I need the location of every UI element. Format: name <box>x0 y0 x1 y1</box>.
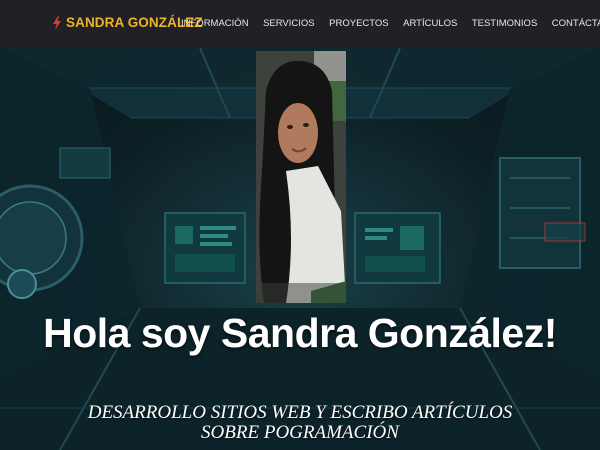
hero-subtitle: DESARROLLO SITIOS WEB Y ESCRIBO ARTÍCULO… <box>87 402 513 443</box>
profile-photo-image <box>256 51 346 303</box>
nav-link-informacion[interactable]: INFORMACIÓN <box>181 18 249 29</box>
hero-title: Hola soy Sandra González! <box>43 310 557 356</box>
hero-section: Hola soy Sandra González! DESARROLLO SIT… <box>0 48 600 450</box>
lightning-icon <box>53 15 61 30</box>
nav-menu: INFORMACIÓN SERVICIOS PROYECTOS ARTÍCULO… <box>181 18 600 29</box>
nav-link-contactame[interactable]: CONTÁCTAME <box>552 18 600 29</box>
nav-link-testimonios[interactable]: TESTIMONIOS <box>472 18 537 29</box>
nav-link-articulos[interactable]: ARTÍCULOS <box>403 18 457 29</box>
nav-link-proyectos[interactable]: PROYECTOS <box>329 18 388 29</box>
nav-link-servicios[interactable]: SERVICIOS <box>263 18 315 29</box>
navbar: SANDRA GONZÁLEZ INFORMACIÓN SERVICIOS PR… <box>0 0 600 48</box>
profile-photo <box>256 51 346 303</box>
